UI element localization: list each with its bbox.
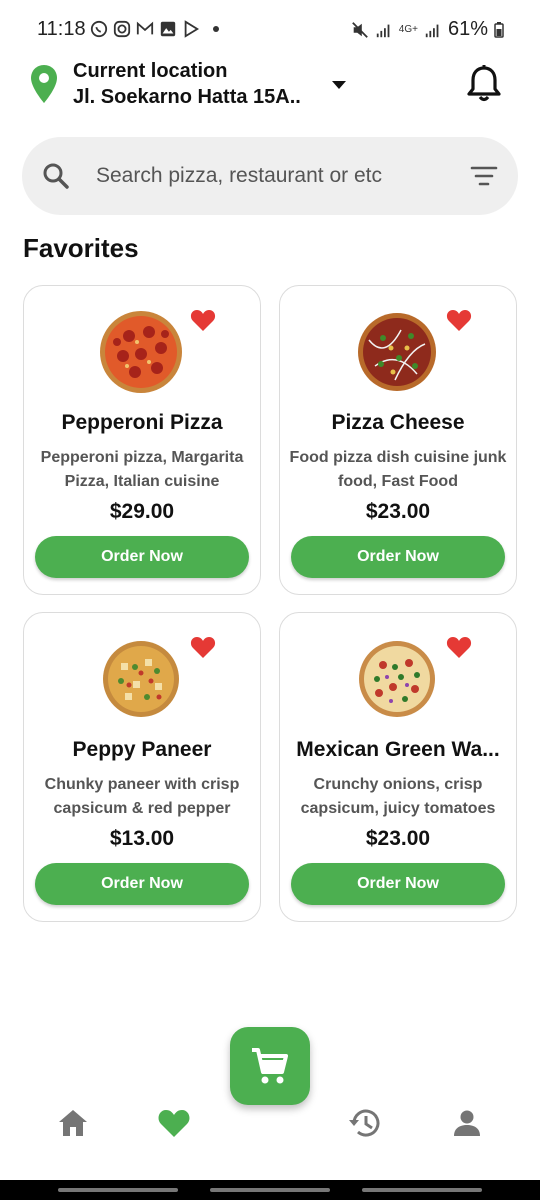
location-pin-icon — [31, 65, 57, 103]
cart-button[interactable] — [230, 1027, 310, 1105]
signal-2-icon — [425, 24, 439, 37]
favorite-card-paneer[interactable]: Peppy Paneer Chunky paneer with crisp ca… — [23, 612, 261, 922]
system-status: 4G+ 61% — [351, 18, 504, 41]
system-navigation-bar — [0, 1180, 540, 1200]
gallery-icon — [160, 21, 176, 37]
favorites-title: Favorites — [23, 233, 139, 263]
notification-icons — [90, 20, 219, 38]
pizza-price: $23.00 — [365, 500, 431, 523]
pepperoni-pizza-image — [100, 311, 182, 393]
chevron-down-icon[interactable] — [331, 80, 347, 90]
battery-icon — [494, 21, 504, 38]
whatsapp-icon — [90, 20, 108, 38]
more-notifications-dot — [213, 26, 219, 32]
pizza-description: Food pizza dish cuisine junk food, Fast … — [289, 449, 507, 490]
favorite-heart-icon[interactable] — [446, 308, 472, 332]
favorite-card-mexican[interactable]: Mexican Green Wa... Crunchy onions, cris… — [279, 612, 517, 922]
gmail-icon — [136, 21, 154, 35]
pizza-name: Pepperoni Pizza — [61, 411, 223, 434]
status-bar: 11:18 4G+ 61% — [0, 0, 540, 60]
nav-gesture-center[interactable] — [210, 1188, 330, 1192]
order-now-button[interactable]: Order Now — [35, 863, 249, 905]
order-now-button[interactable]: Order Now — [35, 536, 249, 578]
battery-percent: 61% — [447, 18, 488, 40]
paneer-pizza-image — [103, 641, 179, 717]
favorite-card-cheese[interactable]: Pizza Cheese Food pizza dish cuisine jun… — [279, 285, 517, 595]
signal-icon — [376, 24, 390, 37]
cart-icon — [252, 1048, 288, 1084]
pizza-description: Crunchy onions, crisp capsicum, juicy to… — [300, 776, 496, 817]
favorite-heart-icon[interactable] — [446, 635, 472, 659]
pizza-description: Chunky paneer with crisp capsicum & red … — [44, 776, 240, 817]
cheese-pizza-image — [358, 313, 436, 391]
order-now-button[interactable]: Order Now — [291, 863, 505, 905]
search-input[interactable] — [96, 161, 446, 191]
favorite-card-pepperoni[interactable]: Pepperoni Pizza Pepperoni pizza, Margari… — [23, 285, 261, 595]
notification-bell-icon[interactable] — [466, 64, 502, 104]
instagram-icon — [113, 20, 131, 38]
history-icon[interactable] — [348, 1106, 382, 1140]
pizza-price: $29.00 — [109, 500, 175, 523]
pizza-price: $23.00 — [365, 827, 431, 850]
heart-icon[interactable] — [157, 1106, 191, 1140]
pizza-name: Pizza Cheese — [331, 411, 465, 434]
pizza-price: $13.00 — [109, 827, 175, 850]
favorite-heart-icon[interactable] — [190, 635, 216, 659]
home-icon[interactable] — [56, 1106, 90, 1140]
mute-icon — [351, 21, 368, 38]
location-title: Current location — [73, 60, 228, 82]
nav-gesture-right[interactable] — [362, 1188, 482, 1192]
filter-icon[interactable] — [470, 164, 498, 188]
network-type: 4G+ — [398, 23, 418, 35]
order-now-button[interactable]: Order Now — [291, 536, 505, 578]
pizza-description: Pepperoni pizza, Margarita Pizza, Italia… — [40, 449, 244, 490]
pizza-name: Mexican Green Wa... — [296, 738, 500, 761]
search-bar — [22, 137, 518, 215]
favorite-heart-icon[interactable] — [190, 308, 216, 332]
location-header: Current location Jl. Soekarno Hatta 15A.… — [0, 56, 540, 116]
location-address[interactable]: Jl. Soekarno Hatta 15A.. — [73, 86, 301, 109]
pizza-name: Peppy Paneer — [72, 738, 212, 761]
play-store-icon — [184, 20, 200, 38]
status-time: 11:18 — [37, 18, 86, 40]
profile-icon[interactable] — [450, 1106, 484, 1140]
nav-gesture-left[interactable] — [58, 1188, 178, 1192]
search-icon — [43, 163, 69, 189]
mexican-pizza-image — [359, 641, 435, 717]
